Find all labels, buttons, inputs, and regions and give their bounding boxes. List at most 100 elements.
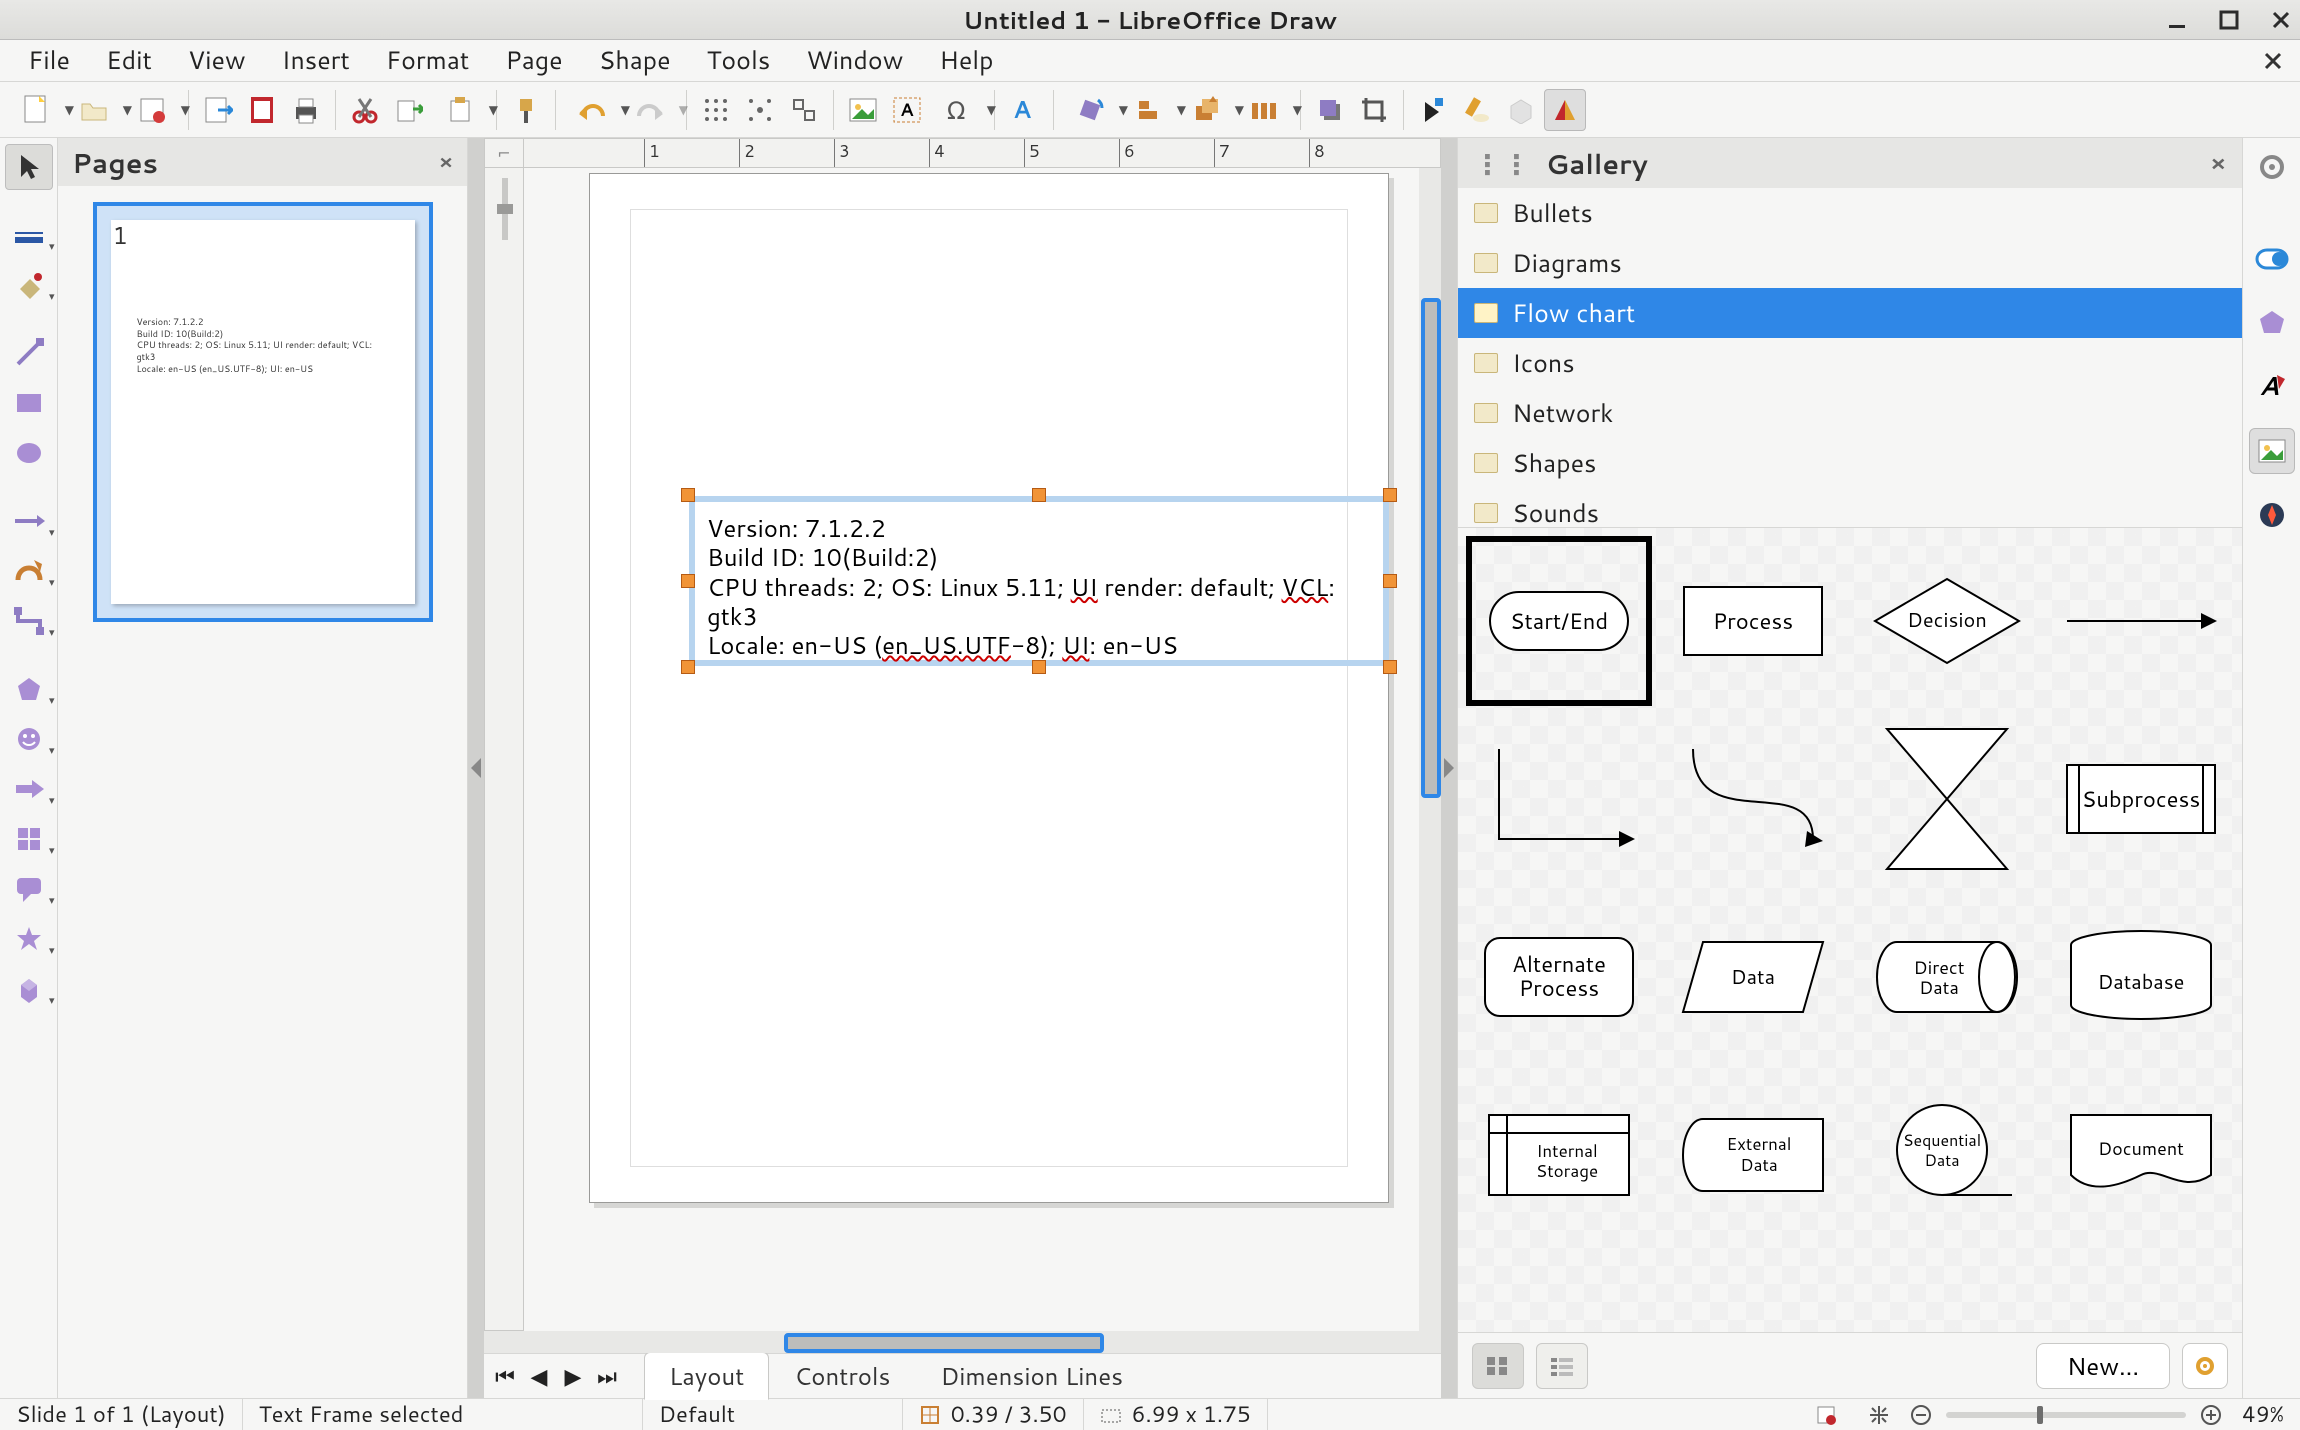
flowchart-tool[interactable]: ▾ xyxy=(5,816,53,862)
nav-first-button[interactable]: ⏮ xyxy=(488,1359,522,1393)
zoom-slider[interactable] xyxy=(1946,1412,2186,1418)
rectangle-tool[interactable] xyxy=(5,380,53,426)
gallery-iconview-button[interactable] xyxy=(1472,1343,1524,1389)
gallery-item-startend[interactable]: Start/End xyxy=(1466,536,1652,706)
window-maximize-icon[interactable] xyxy=(2218,9,2240,31)
menu-file[interactable]: File xyxy=(10,39,88,82)
tab-controls[interactable]: Controls xyxy=(769,1352,915,1400)
menu-edit[interactable]: Edit xyxy=(88,39,170,82)
sidebar-gallery-icon[interactable] xyxy=(2249,428,2295,474)
gallery-item-decision[interactable]: Decision xyxy=(1854,536,2040,706)
ellipse-tool[interactable] xyxy=(5,430,53,476)
resize-handle-w[interactable] xyxy=(681,574,695,588)
window-close-icon[interactable] xyxy=(2270,9,2292,31)
insert-textbox-button[interactable]: A xyxy=(886,89,928,131)
sidebar-shapes-icon[interactable] xyxy=(2249,300,2295,346)
arrow-tool[interactable]: ▾ xyxy=(5,498,53,544)
glue-points-button[interactable] xyxy=(1456,89,1498,131)
snap-helplines-button[interactable] xyxy=(739,89,781,131)
page-thumbnail[interactable]: 1 Version: 7.1.2.2 Build ID: 10(Build:2)… xyxy=(93,202,433,622)
menu-tools[interactable]: Tools xyxy=(689,39,789,82)
grid-button[interactable] xyxy=(695,89,737,131)
gallery-item-directdata[interactable]: DirectData xyxy=(1854,892,2040,1062)
vertical-scrollbar[interactable] xyxy=(1419,168,1441,1331)
resize-handle-n[interactable] xyxy=(1032,488,1046,502)
gallery-item-data[interactable]: Data xyxy=(1660,892,1846,1062)
undo-button[interactable]: ▼ xyxy=(564,89,620,131)
copy-button[interactable] xyxy=(388,89,430,131)
gallery-item-altprocess[interactable]: Alternate Process xyxy=(1466,892,1652,1062)
resize-handle-ne[interactable] xyxy=(1383,488,1397,502)
gallery-listview-button[interactable] xyxy=(1536,1343,1588,1389)
status-fit-icon[interactable] xyxy=(1852,1399,1906,1430)
curve-tool[interactable]: ▾ xyxy=(5,548,53,594)
ruler-corner[interactable]: ⌐ xyxy=(484,138,524,168)
resize-handle-nw[interactable] xyxy=(681,488,695,502)
select-tool[interactable] xyxy=(5,144,53,190)
zoom-out-button[interactable] xyxy=(1906,1399,1936,1430)
zoom-value[interactable]: 49% xyxy=(2226,1399,2300,1430)
menu-window[interactable]: Window xyxy=(788,39,921,82)
gallery-item-sequentialdata[interactable]: SequentialData xyxy=(1854,1070,2040,1240)
gallery-cat-network[interactable]: Network xyxy=(1458,388,2242,438)
gallery-item-internalstorage[interactable]: InternalStorage xyxy=(1466,1070,1652,1240)
redo-button[interactable]: ▼ xyxy=(622,89,678,131)
resize-handle-se[interactable] xyxy=(1383,660,1397,674)
save-button[interactable]: ▼ xyxy=(124,89,180,131)
pages-panel-close-icon[interactable]: × xyxy=(439,148,453,176)
status-save-indicator[interactable] xyxy=(1800,1399,1852,1430)
draw-functions-button[interactable] xyxy=(1544,89,1586,131)
menu-page[interactable]: Page xyxy=(487,39,580,82)
open-button[interactable]: ▼ xyxy=(66,89,122,131)
basic-shapes-tool[interactable]: ▾ xyxy=(5,666,53,712)
gallery-cat-bullets[interactable]: Bullets xyxy=(1458,188,2242,238)
menu-view[interactable]: View xyxy=(170,39,264,82)
distribute-button[interactable]: ▼ xyxy=(1236,89,1292,131)
clone-formatting-button[interactable] xyxy=(505,89,547,131)
gallery-item-curve-arrow[interactable] xyxy=(1660,714,1846,884)
window-minimize-icon[interactable] xyxy=(2166,9,2188,31)
gallery-item-externaldata[interactable]: ExternalData xyxy=(1660,1070,1846,1240)
new-button[interactable]: ▼ xyxy=(8,89,64,131)
document-close-icon[interactable] xyxy=(2256,52,2290,70)
line-color-tool[interactable]: ▾ xyxy=(5,212,53,258)
callout-tool[interactable]: ▾ xyxy=(5,866,53,912)
export-button[interactable] xyxy=(197,89,239,131)
gallery-settings-button[interactable] xyxy=(2182,1343,2228,1389)
resize-handle-sw[interactable] xyxy=(681,660,695,674)
shadow-button[interactable] xyxy=(1309,89,1351,131)
menu-format[interactable]: Format xyxy=(368,39,487,82)
align-button[interactable]: ▼ xyxy=(1120,89,1176,131)
connector-tool[interactable]: ▾ xyxy=(5,598,53,644)
insert-special-char-button[interactable]: Ω▼ xyxy=(930,89,986,131)
gallery-drag-icon[interactable]: ⋮⋮ xyxy=(1474,144,1532,183)
helplines-move-button[interactable] xyxy=(783,89,825,131)
gallery-new-button[interactable]: New... xyxy=(2036,1343,2170,1389)
insert-image-button[interactable] xyxy=(842,89,884,131)
menu-help[interactable]: Help xyxy=(921,39,1011,82)
arrange-button[interactable]: ▼ xyxy=(1178,89,1234,131)
pages-panel-collapse-grip[interactable] xyxy=(468,138,484,1398)
zoom-in-button[interactable] xyxy=(2196,1399,2226,1430)
tab-dimension-lines[interactable]: Dimension Lines xyxy=(915,1352,1148,1400)
resize-handle-s[interactable] xyxy=(1032,660,1046,674)
nav-last-button[interactable]: ⏭ xyxy=(590,1359,624,1393)
block-arrows-tool[interactable]: ▾ xyxy=(5,766,53,812)
gallery-collapse-grip[interactable] xyxy=(1441,138,1457,1398)
crop-button[interactable] xyxy=(1353,89,1395,131)
gallery-cat-shapes[interactable]: Shapes xyxy=(1458,438,2242,488)
sidebar-styles-icon[interactable]: A xyxy=(2249,364,2295,410)
nav-next-button[interactable]: ▶ xyxy=(556,1359,590,1393)
print-button[interactable] xyxy=(285,89,327,131)
vertical-ruler[interactable] xyxy=(484,168,524,1331)
gallery-item-document[interactable]: Document xyxy=(2048,1070,2234,1240)
fill-color-tool[interactable]: ▾ xyxy=(5,262,53,308)
nav-prev-button[interactable]: ◀ xyxy=(522,1359,556,1393)
gallery-item-process[interactable]: Process xyxy=(1660,536,1846,706)
resize-handle-e[interactable] xyxy=(1383,574,1397,588)
menu-insert[interactable]: Insert xyxy=(264,39,368,82)
line-tool[interactable] xyxy=(5,330,53,376)
3d-tool[interactable]: ▾ xyxy=(5,966,53,1012)
gallery-item-hourglass[interactable] xyxy=(1854,714,2040,884)
sidebar-properties-icon[interactable] xyxy=(2249,236,2295,282)
